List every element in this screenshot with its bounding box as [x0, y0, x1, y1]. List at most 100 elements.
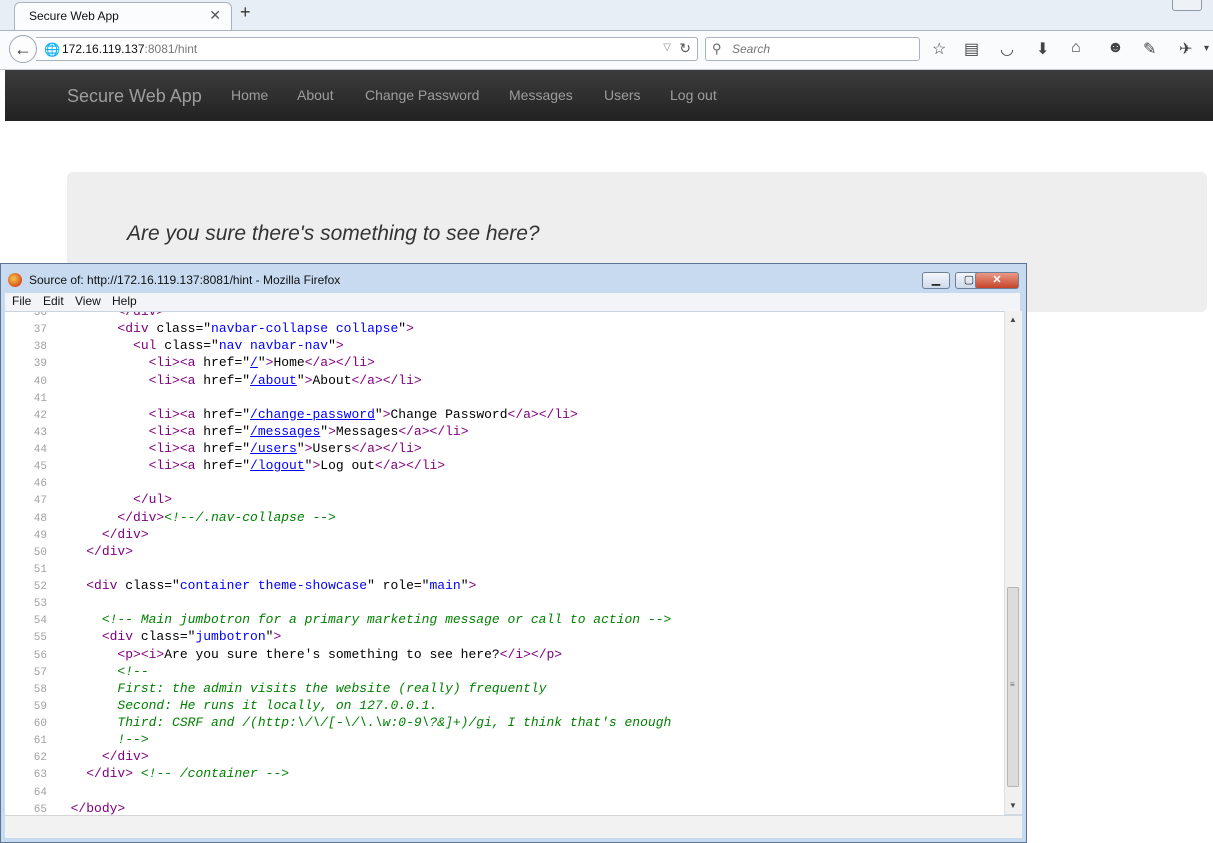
reading-list-icon[interactable]: ▤	[964, 39, 979, 59]
nav-link-users[interactable]: Users	[604, 87, 641, 103]
source-token: >	[335, 338, 344, 354]
extension-icon[interactable]: ✈	[1179, 39, 1192, 59]
scroll-down-icon[interactable]: ▼	[1009, 801, 1017, 810]
home-icon[interactable]: ⌂	[1071, 39, 1081, 57]
source-line: 38 <ul class="nav navbar-nav">	[5, 338, 671, 355]
source-line: 50 </div>	[5, 544, 671, 561]
source-line: 56 <p><i>Are you sure there's something …	[5, 647, 671, 664]
source-token: <ul	[133, 338, 165, 354]
source-line: 36 </div>	[5, 312, 671, 321]
source-line: 51	[5, 561, 671, 578]
menu-view[interactable]: View	[75, 294, 101, 308]
source-link[interactable]: /logout	[250, 458, 305, 473]
source-token: Log out	[320, 458, 375, 474]
source-token	[55, 766, 86, 781]
source-token: " role="	[367, 578, 430, 593]
line-number: 59	[33, 700, 47, 713]
bookmark-star-icon[interactable]: ☆	[932, 39, 946, 59]
line-number: 60	[33, 718, 47, 730]
pocket-icon[interactable]: ◡	[1000, 39, 1014, 59]
site-navbar: Secure Web App Home About Change Passwor…	[5, 70, 1213, 121]
line-number: 53	[33, 598, 47, 611]
back-button[interactable]: ←	[9, 35, 37, 63]
nav-link-messages[interactable]: Messages	[509, 87, 573, 103]
search-bar[interactable]: ⚲	[705, 37, 920, 61]
source-token	[133, 766, 141, 781]
source-link[interactable]: /change-password	[250, 407, 375, 422]
scroll-up-icon[interactable]: ▲	[1009, 315, 1017, 324]
line-number: 47	[33, 495, 47, 508]
source-token: Third: CSRF and /(http:\/\/[-\/\.\w:0-9\…	[117, 715, 672, 730]
source-token: </div>	[117, 509, 165, 525]
close-button[interactable]: ✕	[975, 272, 1019, 289]
new-tab-button[interactable]: +	[240, 2, 251, 23]
jumbotron-text: Are you sure there's something to see he…	[127, 222, 540, 245]
screenshot-icon[interactable]: ✎	[1143, 39, 1156, 59]
browser-tab[interactable]: Secure Web App ✕	[14, 2, 232, 30]
source-token	[55, 510, 117, 525]
source-token	[55, 321, 117, 336]
source-line: 62 </div>	[5, 749, 671, 766]
source-line: 44 <li><a href="/users">Users</a></li>	[5, 441, 671, 458]
scrollbar-thumb[interactable]: ≡	[1007, 587, 1019, 787]
chat-icon[interactable]: ☻	[1107, 39, 1124, 57]
source-line: 49 </div>	[5, 527, 671, 544]
source-line: 60 Third: CSRF and /(http:\/\/[-\/\.\w:0…	[5, 715, 672, 732]
source-token	[55, 441, 149, 456]
url-text[interactable]: 172.16.119.137:8081/hint	[62, 42, 197, 56]
source-token: <div	[117, 321, 157, 337]
menu-bar: File Edit View Help	[5, 293, 1020, 311]
url-path: :8081/hint	[144, 42, 198, 56]
source-token: Are you sure there's something to see he…	[164, 646, 500, 662]
source-token: Change Password	[390, 406, 508, 422]
source-line: 37 <div class="navbar-collapse collapse"…	[5, 321, 671, 338]
search-input[interactable]	[730, 41, 914, 57]
url-bar[interactable]: 🌐 172.16.119.137:8081/hint ▽ ↻	[36, 37, 698, 61]
source-line: 47 </ul>	[5, 492, 671, 509]
source-code-view[interactable]: 36 </div> 37 <div class="navbar-collapse …	[5, 311, 1004, 815]
source-token: <li><a	[148, 441, 204, 456]
source-token: <p><i>	[117, 646, 165, 662]
menu-file[interactable]: File	[12, 294, 31, 308]
menu-help[interactable]: Help	[112, 294, 137, 308]
nav-link-about[interactable]: About	[297, 87, 334, 103]
window-control[interactable]	[1172, 0, 1202, 11]
source-line: 57 <!--	[5, 664, 671, 681]
line-number: 49	[33, 529, 47, 542]
source-token: </a></li>	[507, 406, 578, 422]
source-link[interactable]: /	[250, 355, 258, 370]
menu-edit[interactable]: Edit	[43, 294, 64, 308]
line-number: 44	[33, 444, 47, 456]
source-link[interactable]: /users	[250, 441, 297, 456]
line-number: 55	[33, 632, 47, 645]
minimize-button[interactable]: ▁	[922, 272, 950, 289]
source-token: About	[312, 372, 352, 388]
source-token: <div	[86, 578, 126, 593]
source-link[interactable]: /messages	[250, 424, 320, 439]
source-token: </body>	[70, 800, 126, 815]
source-token: href="	[203, 423, 251, 439]
overflow-menu-icon[interactable]: ▾	[1204, 43, 1209, 54]
source-token: jumbotron	[195, 629, 266, 645]
nav-link-change-password[interactable]: Change Password	[365, 87, 479, 103]
source-token	[55, 629, 102, 644]
source-token: "	[328, 338, 336, 354]
line-number: 52	[33, 581, 47, 593]
source-token: navbar-collapse collapse	[211, 321, 399, 337]
url-dropdown-icon[interactable]: ▽	[663, 42, 671, 53]
download-icon[interactable]: ⬇	[1036, 39, 1049, 59]
browser-toolbar: 🌐 172.16.119.137:8081/hint ▽ ↻ ← ⚲ ☆ ▤ ◡…	[0, 31, 1213, 70]
vertical-scrollbar[interactable]: ▲ ≡ ▼	[1004, 311, 1022, 814]
source-token: Home	[273, 355, 305, 371]
source-link[interactable]: /about	[250, 373, 297, 388]
close-tab-icon[interactable]: ✕	[209, 7, 221, 24]
source-token: <!--/.nav-collapse -->	[164, 509, 336, 525]
source-line: 55 <div class="jumbotron">	[5, 629, 671, 646]
reload-icon[interactable]: ↻	[679, 40, 691, 57]
source-token: "	[374, 406, 383, 422]
source-line: 39 <li><a href="/">Home</a></li>	[5, 355, 671, 372]
nav-link-home[interactable]: Home	[231, 87, 268, 103]
site-brand[interactable]: Secure Web App	[67, 86, 202, 107]
nav-link-logout[interactable]: Log out	[670, 87, 717, 103]
globe-icon: 🌐	[44, 42, 61, 57]
